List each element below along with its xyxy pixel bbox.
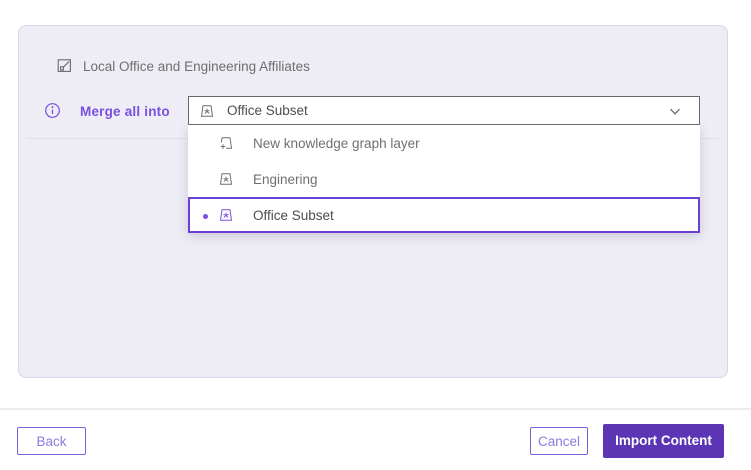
info-icon[interactable] [44, 102, 61, 119]
footer-divider [0, 408, 751, 410]
back-button[interactable]: Back [17, 427, 86, 455]
chevron-down-icon[interactable] [669, 108, 681, 116]
import-content-button[interactable]: Import Content [603, 424, 724, 458]
selected-option-dot [203, 214, 208, 219]
layer-edit-icon [56, 57, 73, 74]
knowledge-graph-layer-icon [199, 103, 215, 119]
merge-all-into-label: Merge all into [80, 104, 170, 119]
layer-title: Local Office and Engineering Affiliates [83, 59, 310, 74]
cancel-button[interactable]: Cancel [530, 427, 588, 455]
dropdown-option-label: Office Subset [253, 208, 334, 223]
dropdown-option-office-subset[interactable]: Office Subset [188, 197, 700, 233]
dropdown-option-enginering[interactable]: Enginering [188, 161, 700, 197]
select-value: Office Subset [227, 103, 308, 118]
merge-target-select[interactable]: Office Subset [188, 96, 700, 125]
new-knowledge-graph-layer-icon [218, 135, 234, 151]
knowledge-graph-layer-icon [218, 207, 234, 223]
knowledge-graph-layer-icon [218, 171, 234, 187]
dropdown-option-new-knowledge-graph-layer[interactable]: New knowledge graph layer [188, 125, 700, 161]
dropdown-option-label: New knowledge graph layer [253, 136, 420, 151]
merge-target-dropdown: New knowledge graph layer Enginering [188, 125, 700, 233]
dropdown-option-label: Enginering [253, 172, 318, 187]
